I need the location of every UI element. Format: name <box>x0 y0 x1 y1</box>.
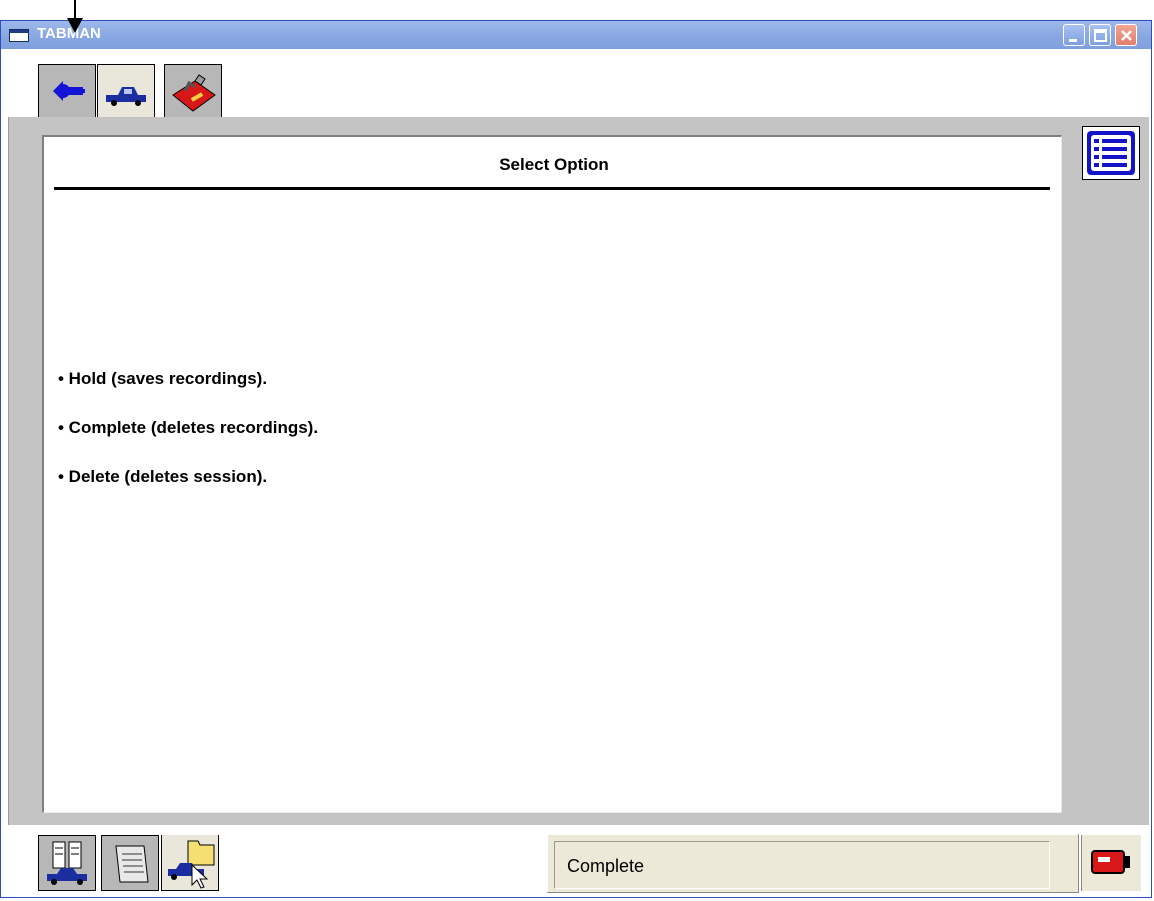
battery-indicator <box>1081 835 1141 891</box>
option-delete: • Delete (deletes session). <box>58 467 268 486</box>
close-button[interactable] <box>1115 24 1137 46</box>
title-bar[interactable]: TABMAN <box>1 21 1151 49</box>
list-menu-icon <box>1087 131 1135 175</box>
status-bar: Complete <box>546 833 1079 893</box>
bottom-bar: Complete <box>1 825 1151 897</box>
toolbox-icon <box>172 74 216 112</box>
minimize-button[interactable] <box>1063 24 1085 46</box>
tab-vehicle[interactable] <box>97 64 155 120</box>
option-complete: • Complete (deletes recordings). <box>58 418 319 437</box>
tab-script[interactable] <box>101 835 159 891</box>
menu-list-button[interactable] <box>1082 126 1140 180</box>
minimize-icon <box>1069 39 1077 42</box>
status-field: Complete <box>554 841 1050 889</box>
app-window: TABMAN Select Option • Hold (saves recor… <box>0 20 1152 898</box>
maximize-icon <box>1094 29 1107 42</box>
window-icon <box>9 29 29 42</box>
status-text: Complete <box>567 856 645 876</box>
vehicle-data-icon <box>47 841 87 885</box>
tab-connect[interactable] <box>38 64 96 118</box>
tab-vehicle-data[interactable] <box>38 835 96 891</box>
page-title: Select Option <box>499 155 609 174</box>
main-panel: Select Option • Hold (saves recordings).… <box>8 117 1149 825</box>
tab-toolbox[interactable] <box>164 64 222 118</box>
vehicle-icon <box>106 87 146 106</box>
tab-session[interactable] <box>161 835 219 891</box>
maximize-button[interactable] <box>1089 24 1111 46</box>
session-folder-icon <box>168 840 215 889</box>
battery-icon <box>1091 850 1130 874</box>
content-area: Select Option • Hold (saves recordings).… <box>42 135 1062 813</box>
close-icon <box>1121 30 1132 41</box>
connect-icon <box>53 81 85 101</box>
option-list: • Hold (saves recordings). • Complete (d… <box>58 369 318 516</box>
option-hold: • Hold (saves recordings). <box>58 369 268 388</box>
script-icon <box>115 845 149 883</box>
top-tab-bar <box>1 49 1151 120</box>
annotation-arrow-icon <box>67 0 83 33</box>
heading-divider <box>54 187 1050 190</box>
